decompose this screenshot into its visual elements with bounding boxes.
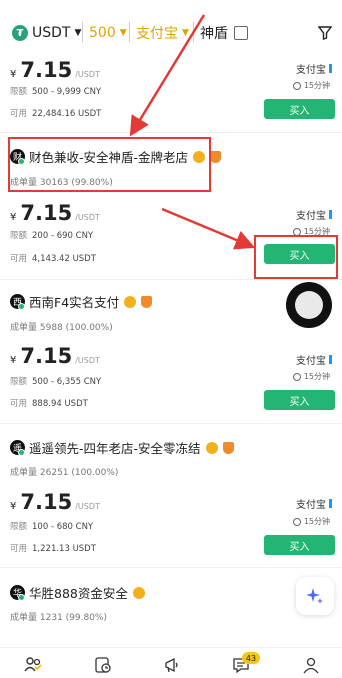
bottom-nav: 43 — [0, 647, 342, 678]
trade-users-icon[interactable] — [24, 656, 42, 674]
messages-badge: 43 — [242, 652, 260, 664]
annotation-arrows — [129, 14, 256, 250]
ads-megaphone-icon[interactable] — [163, 656, 181, 674]
profile-icon[interactable] — [302, 656, 320, 674]
orders-clock-icon[interactable] — [94, 656, 112, 674]
arrow-to-buy — [161, 207, 256, 250]
arrow-to-merchant — [129, 14, 206, 137]
